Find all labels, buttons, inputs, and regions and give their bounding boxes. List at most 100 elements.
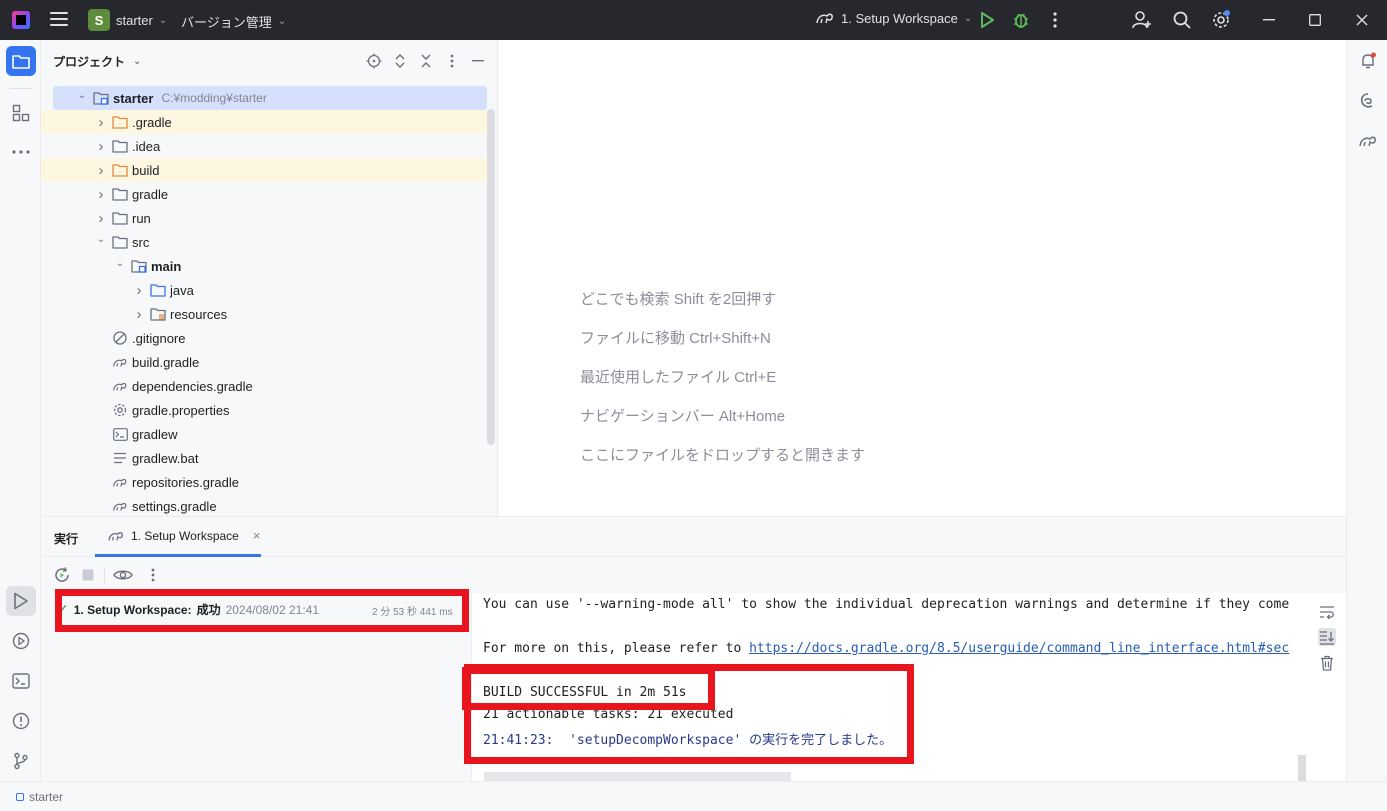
tree-item-gradlew[interactable]: gradlew (41, 422, 487, 446)
status-breadcrumb[interactable]: starter (16, 790, 63, 804)
status-bar: starter (0, 781, 1387, 811)
tree-item-run[interactable]: › run (41, 206, 487, 230)
soft-wrap-icon[interactable] (1318, 603, 1336, 621)
git-tool-button[interactable] (6, 746, 36, 776)
tree-item-label: src (132, 234, 150, 250)
console-output[interactable]: You can use '--warning-mode all' to show… (473, 593, 1308, 782)
locate-file-icon[interactable] (365, 52, 383, 70)
folder-excluded-icon (112, 162, 128, 178)
scroll-to-end-icon[interactable] (1318, 628, 1336, 646)
run-icon[interactable] (977, 10, 997, 30)
tree-item-repositories-gradle[interactable]: repositories.gradle (41, 470, 487, 494)
tree-item-gitignore[interactable]: .gitignore (41, 326, 487, 350)
docs-link[interactable]: https://docs.gradle.org/8.5/userguide/co… (749, 641, 1289, 656)
tab-setup-workspace[interactable]: 1. Setup Workspace × (95, 517, 261, 557)
toolbar-separator (104, 567, 105, 583)
stop-icon[interactable] (79, 566, 97, 584)
tree-item-label: resources (170, 306, 228, 322)
main-menu-icon[interactable] (50, 12, 68, 28)
problems-tool-button[interactable] (6, 706, 36, 736)
view-options-eye-icon[interactable] (112, 566, 134, 584)
more-tools-button[interactable] (6, 137, 36, 167)
intellij-logo-icon[interactable] (12, 11, 30, 29)
debug-icon[interactable] (1011, 10, 1031, 30)
tree-item-src[interactable]: ⌄ src (41, 230, 487, 254)
project-switcher[interactable]: S starter ⌄ (88, 9, 167, 31)
tree-item-gradle[interactable]: › .gradle (41, 110, 487, 134)
ai-assistant-button[interactable] (1353, 86, 1383, 116)
run-result-node[interactable]: ✓ 1. Setup Workspace: 成功 2024/08/02 21:4… (57, 601, 453, 618)
search-icon[interactable] (1172, 10, 1192, 30)
close-window-button[interactable] (1352, 10, 1372, 30)
chevron-down-icon[interactable]: ⌄ (75, 88, 89, 102)
add-user-icon[interactable] (1132, 10, 1152, 30)
notifications-button[interactable] (1353, 46, 1383, 76)
collapse-all-icon[interactable] (417, 52, 435, 70)
minimize-window-button[interactable] (1259, 10, 1279, 30)
tree-item-java[interactable]: › java (41, 278, 487, 302)
tree-item-gradle-properties[interactable]: gradle.properties (41, 398, 487, 422)
chevron-down-icon[interactable]: ⌄ (113, 256, 127, 270)
chevron-down-icon: ⌄ (158, 14, 168, 26)
stripe-divider (9, 88, 33, 89)
tree-item-idea[interactable]: › .idea (41, 134, 487, 158)
vcs-menu[interactable]: バージョン管理 ⌄ (181, 12, 286, 31)
right-tool-stripe (1346, 40, 1387, 781)
tree-item-gradlew-bat[interactable]: gradlew.bat (41, 446, 487, 470)
hint-drop-files: ここにファイルをドロップすると開きます (580, 447, 866, 464)
console-vertical-scrollbar[interactable] (1298, 755, 1306, 782)
services-tool-button[interactable] (6, 626, 36, 656)
resources-folder-icon (150, 306, 166, 322)
chevron-right-icon[interactable]: › (94, 186, 108, 203)
chevron-right-icon[interactable]: › (132, 282, 146, 299)
tree-item-build[interactable]: › build (41, 158, 487, 182)
options-icon[interactable] (443, 52, 461, 70)
gradle-icon (1359, 136, 1376, 147)
tree-item-label: main (151, 258, 182, 274)
tree-item-gradle[interactable]: › gradle (41, 182, 487, 206)
panel-toolbar (365, 52, 487, 70)
more-actions-icon[interactable] (144, 566, 162, 584)
gradle-tool-button[interactable] (1353, 126, 1383, 156)
folder-icon (112, 210, 128, 226)
run-tool-button[interactable] (6, 586, 36, 616)
clear-console-trash-icon[interactable] (1318, 654, 1336, 672)
left-tool-stripe (0, 40, 41, 781)
chevron-down-icon: ⌄ (963, 12, 973, 24)
run-toolbar (41, 557, 1346, 593)
terminal-tool-button[interactable] (6, 666, 36, 696)
settings-gear-icon[interactable] (1211, 10, 1231, 30)
gradle-file-icon (112, 498, 128, 514)
tree-item-build-gradle[interactable]: build.gradle (41, 350, 487, 374)
tree-item-resources[interactable]: › resources (41, 302, 487, 326)
console-line-build-result: BUILD SUCCESSFUL in 2m 51s (483, 685, 687, 700)
hide-panel-icon[interactable] (469, 52, 487, 70)
console-finish-prefix: 21:41:23: 'setupDecompWorkspace' (483, 733, 750, 748)
structure-icon (12, 104, 30, 122)
chevron-right-icon[interactable]: › (94, 162, 108, 179)
gradle-file-icon (112, 354, 128, 370)
tree-item-starter[interactable]: ⌄ starter C:¥modding¥starter (53, 86, 487, 110)
expand-all-icon[interactable] (391, 52, 409, 70)
structure-tool-button[interactable] (6, 98, 36, 128)
more-actions-icon[interactable] (1045, 10, 1065, 30)
project-tool-button[interactable] (6, 46, 36, 76)
console-line-tasks: 21 actionable tasks: 21 executed (483, 707, 734, 722)
tree-scrollbar[interactable] (487, 109, 495, 445)
tree-item-dependencies-gradle[interactable]: dependencies.gradle (41, 374, 487, 398)
chevron-right-icon[interactable]: › (94, 210, 108, 227)
rerun-icon[interactable] (53, 566, 71, 584)
maximize-window-button[interactable] (1305, 10, 1325, 30)
chevron-right-icon[interactable]: › (94, 138, 108, 155)
tree-item-main[interactable]: ⌄ main (41, 254, 487, 278)
chevron-right-icon[interactable]: › (132, 306, 146, 323)
project-view-selector[interactable]: プロジェクト ⌄ (53, 53, 141, 70)
tree-item-settings-gradle[interactable]: settings.gradle (41, 494, 487, 516)
run-configuration-selector[interactable]: 1. Setup Workspace ⌄ (815, 10, 972, 26)
chevron-down-icon[interactable]: ⌄ (94, 232, 108, 246)
chevron-right-icon[interactable]: › (94, 114, 108, 131)
close-tab-icon[interactable]: × (253, 528, 261, 543)
module-icon (16, 793, 24, 801)
